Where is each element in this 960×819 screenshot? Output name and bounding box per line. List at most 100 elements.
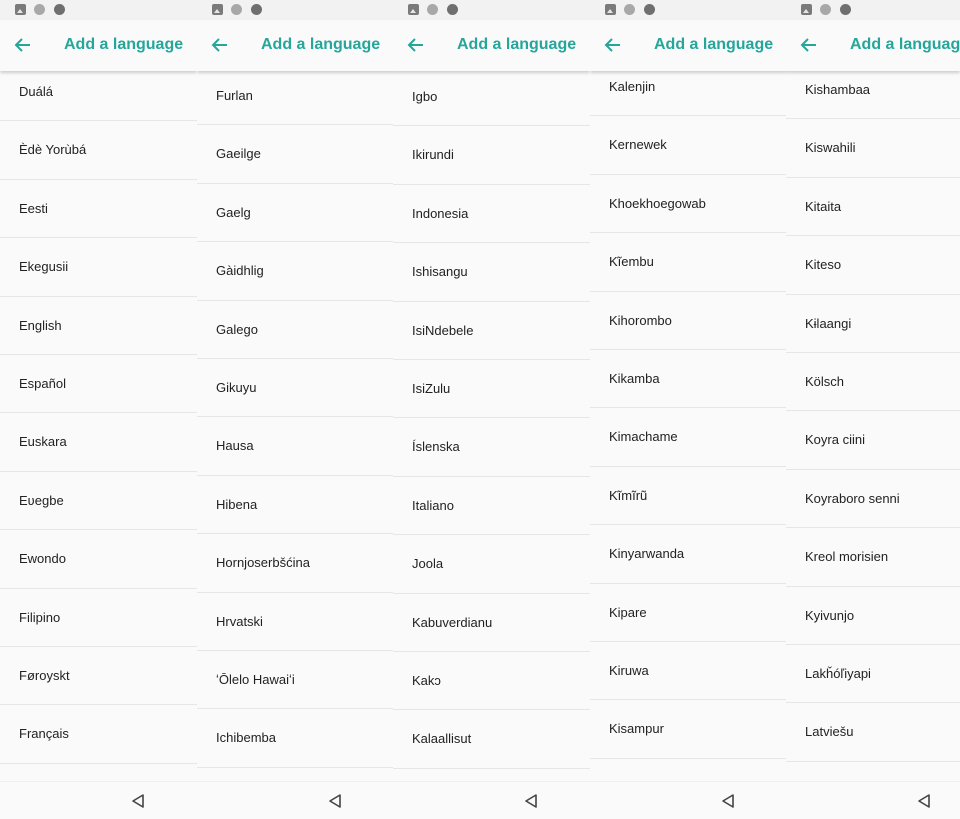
language-list[interactable]: Duálá Èdè Yorùbá Eesti Ekegusii English …: [0, 71, 197, 781]
language-label: Kiruwa: [609, 663, 649, 678]
list-item[interactable]: Indonesia: [393, 185, 590, 244]
list-item[interactable]: Ikirundi: [393, 126, 590, 185]
list-item[interactable]: Filipino: [0, 589, 197, 647]
triangle-back-icon[interactable]: [328, 793, 342, 809]
list-item[interactable]: Kölsch: [786, 353, 960, 412]
language-label: IsiNdebele: [412, 322, 474, 338]
arrow-left-icon[interactable]: [603, 34, 623, 56]
list-item[interactable]: ʻŌlelo Hawaiʻi: [197, 651, 394, 710]
list-item[interactable]: Koyraboro senni: [786, 470, 960, 529]
list-item[interactable]: Français: [0, 705, 197, 764]
triangle-back-icon[interactable]: [131, 793, 145, 809]
arrow-left-icon[interactable]: [799, 34, 819, 56]
list-item[interactable]: Kreol morisien: [786, 528, 960, 587]
list-item[interactable]: Gaeilge: [197, 125, 394, 184]
language-label: Khoekhoegowab: [609, 195, 706, 211]
list-item[interactable]: Kishambaa: [786, 71, 960, 120]
list-item[interactable]: Kisampur: [590, 700, 787, 759]
list-item[interactable]: Ewondo: [0, 530, 197, 589]
list-item[interactable]: Kiruwa: [590, 642, 787, 701]
notification-dot-icon: [820, 4, 831, 15]
app-bar: Add a language: [786, 20, 960, 71]
list-item[interactable]: Ichibemba: [197, 709, 394, 768]
list-item[interactable]: Italiano: [393, 477, 590, 536]
language-list[interactable]: Kishambaa Kiswahili Kitaita Kiteso Kɨlaa…: [786, 71, 960, 781]
list-item[interactable]: Kyivunjo: [786, 587, 960, 645]
list-item[interactable]: Galego: [197, 301, 394, 359]
language-list[interactable]: Furlan Gaeilge Gaelg Gàidhlig Galego Gik…: [197, 71, 394, 781]
app-bar: Add a language: [590, 20, 787, 71]
language-label: Koyraboro senni: [805, 490, 900, 506]
notification-dot-icon: [644, 4, 655, 15]
list-item[interactable]: Furlan: [197, 71, 394, 126]
language-label: Kĩembu: [609, 254, 654, 270]
list-item[interactable]: Hausa: [197, 417, 394, 476]
arrow-left-icon[interactable]: [13, 34, 33, 56]
list-item[interactable]: Igbo: [393, 71, 590, 127]
language-label: Kisampur: [609, 721, 664, 737]
language-label: Hornjoserbšćina: [216, 555, 310, 571]
notification-dot-icon: [54, 4, 65, 15]
list-item[interactable]: Euskara: [0, 413, 197, 472]
list-item[interactable]: Duálá: [0, 71, 197, 122]
arrow-left-icon[interactable]: [210, 34, 230, 56]
list-item[interactable]: Èdè Yorùbá: [0, 121, 197, 180]
list-item[interactable]: Kabuverdianu: [393, 594, 590, 652]
list-item[interactable]: Gikuyu: [197, 359, 394, 418]
list-item[interactable]: Kikamba: [590, 350, 787, 409]
list-item[interactable]: Kipare: [590, 584, 787, 642]
list-item[interactable]: Joola: [393, 535, 590, 594]
list-item[interactable]: Kalaallisut: [393, 710, 590, 769]
triangle-back-icon[interactable]: [524, 793, 538, 809]
list-item[interactable]: Kakɔ: [393, 652, 590, 711]
status-bar: [197, 0, 394, 20]
list-item[interactable]: Gaelg: [197, 184, 394, 243]
list-item[interactable]: Koyra ciini: [786, 411, 960, 470]
list-item[interactable]: Føroyskt: [0, 647, 197, 706]
list-item[interactable]: Kihorombo: [590, 292, 787, 350]
language-label: Kiteso: [805, 257, 842, 273]
language-label: Kabuverdianu: [412, 614, 493, 630]
list-item[interactable]: IsiZulu: [393, 360, 590, 419]
triangle-back-icon[interactable]: [917, 793, 931, 809]
list-item[interactable]: English: [0, 297, 197, 355]
list-item[interactable]: Ekegusii: [0, 238, 197, 297]
language-list[interactable]: Kalenjin Kernewek Khoekhoegowab Kĩembu K…: [590, 71, 787, 781]
list-item[interactable]: Latviešu: [786, 703, 960, 762]
triangle-back-icon[interactable]: [721, 793, 735, 809]
list-item[interactable]: Hornjoserbšćina: [197, 534, 394, 593]
list-item[interactable]: Kɨlaangi: [786, 295, 960, 353]
list-item[interactable]: Kiteso: [786, 236, 960, 295]
list-item[interactable]: Kiswahili: [786, 119, 960, 178]
list-item[interactable]: Kitaita: [786, 178, 960, 237]
language-list[interactable]: Igbo Ikirundi Indonesia Ishisangu IsiNde…: [393, 71, 590, 781]
page-title: Add a language: [457, 36, 577, 53]
status-bar: [786, 0, 960, 20]
list-item[interactable]: Íslenska: [393, 418, 590, 477]
language-label: Ekegusii: [19, 259, 69, 275]
list-item[interactable]: Español: [0, 355, 197, 414]
list-item[interactable]: Gàidhlig: [197, 242, 394, 301]
language-label: Italiano: [412, 497, 454, 513]
language-label: Furlan: [216, 88, 253, 103]
status-bar: [393, 0, 590, 20]
list-item[interactable]: Kalenjin: [590, 71, 787, 117]
list-item[interactable]: Eʋegbe: [0, 472, 197, 531]
list-item[interactable]: Eesti: [0, 180, 197, 239]
app-bar: Add a language: [197, 20, 394, 71]
list-item[interactable]: Kernewek: [590, 116, 787, 175]
language-label: Gaelg: [216, 204, 251, 220]
list-item[interactable]: Ishisangu: [393, 243, 590, 302]
list-item[interactable]: IsiNdebele: [393, 302, 590, 360]
arrow-left-icon[interactable]: [406, 34, 426, 56]
list-item[interactable]: Kimachame: [590, 408, 787, 467]
list-item[interactable]: Hrvatski: [197, 593, 394, 651]
list-item[interactable]: Khoekhoegowab: [590, 175, 787, 234]
list-item[interactable]: Lakȟóľiyapi: [786, 645, 960, 704]
list-item[interactable]: Kĩmĩrũ: [590, 467, 787, 526]
list-item[interactable]: Kinyarwanda: [590, 525, 787, 584]
list-item[interactable]: Hibena: [197, 476, 394, 535]
language-label: Kikamba: [609, 371, 660, 386]
language-label: Indonesia: [412, 205, 469, 221]
list-item[interactable]: Kĩembu: [590, 233, 787, 292]
